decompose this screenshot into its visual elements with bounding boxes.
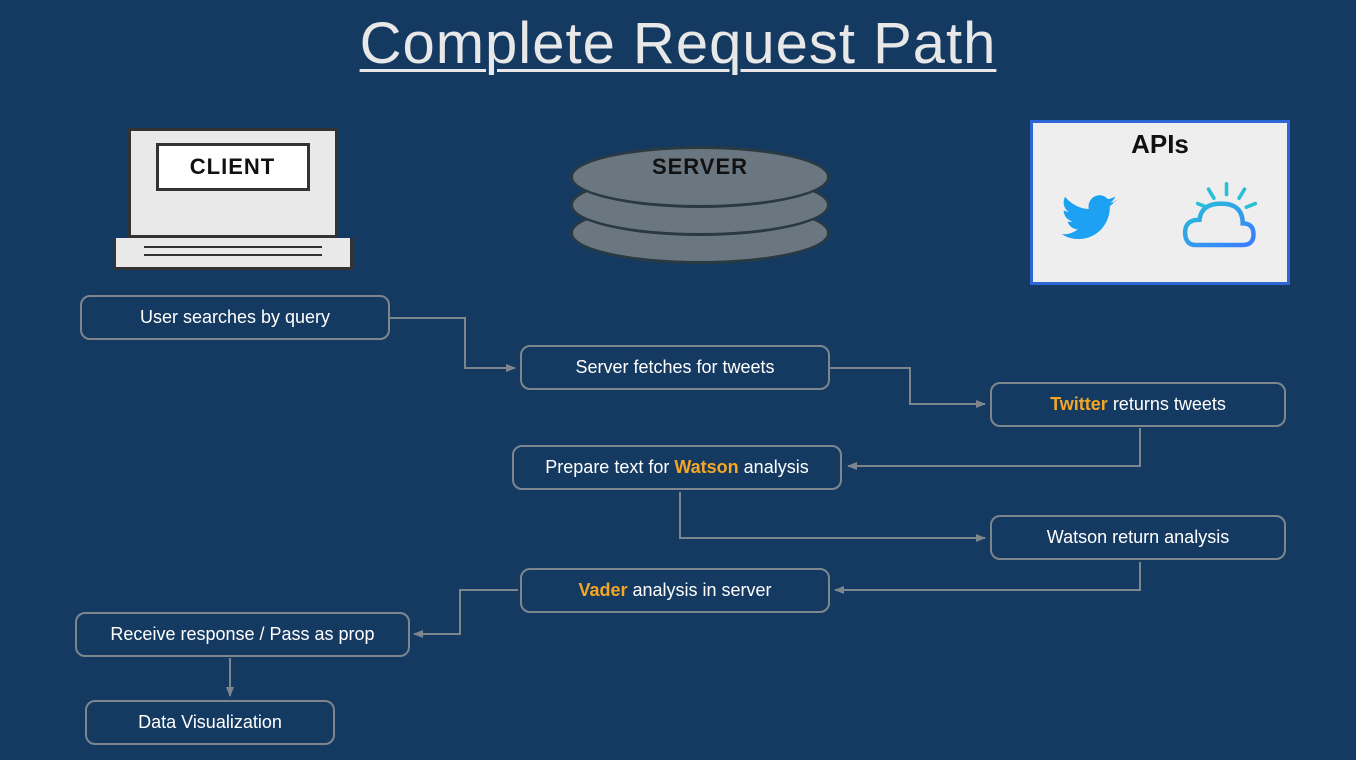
page-title: Complete Request Path xyxy=(0,10,1356,77)
step-receive: Receive response / Pass as prop xyxy=(75,612,410,657)
server-illustration: SERVER xyxy=(570,142,830,262)
step-server-fetch: Server fetches for tweets xyxy=(520,345,830,390)
twitter-icon xyxy=(1055,189,1125,252)
client-label: CLIENT xyxy=(156,143,310,191)
step-prepare-watson: Prepare text for Watson analysis xyxy=(512,445,842,490)
client-illustration: CLIENT xyxy=(110,128,355,273)
step-user-search: User searches by query xyxy=(80,295,390,340)
ibm-watson-icon xyxy=(1170,173,1265,268)
step-watson-return: Watson return analysis xyxy=(990,515,1286,560)
apis-panel: APIs xyxy=(1030,120,1290,285)
step-twitter-returns: Twitter returns tweets xyxy=(990,382,1286,427)
apis-label: APIs xyxy=(1033,129,1287,160)
step-dataviz: Data Visualization xyxy=(85,700,335,745)
server-label: SERVER xyxy=(570,154,830,180)
step-vader: Vader analysis in server xyxy=(520,568,830,613)
